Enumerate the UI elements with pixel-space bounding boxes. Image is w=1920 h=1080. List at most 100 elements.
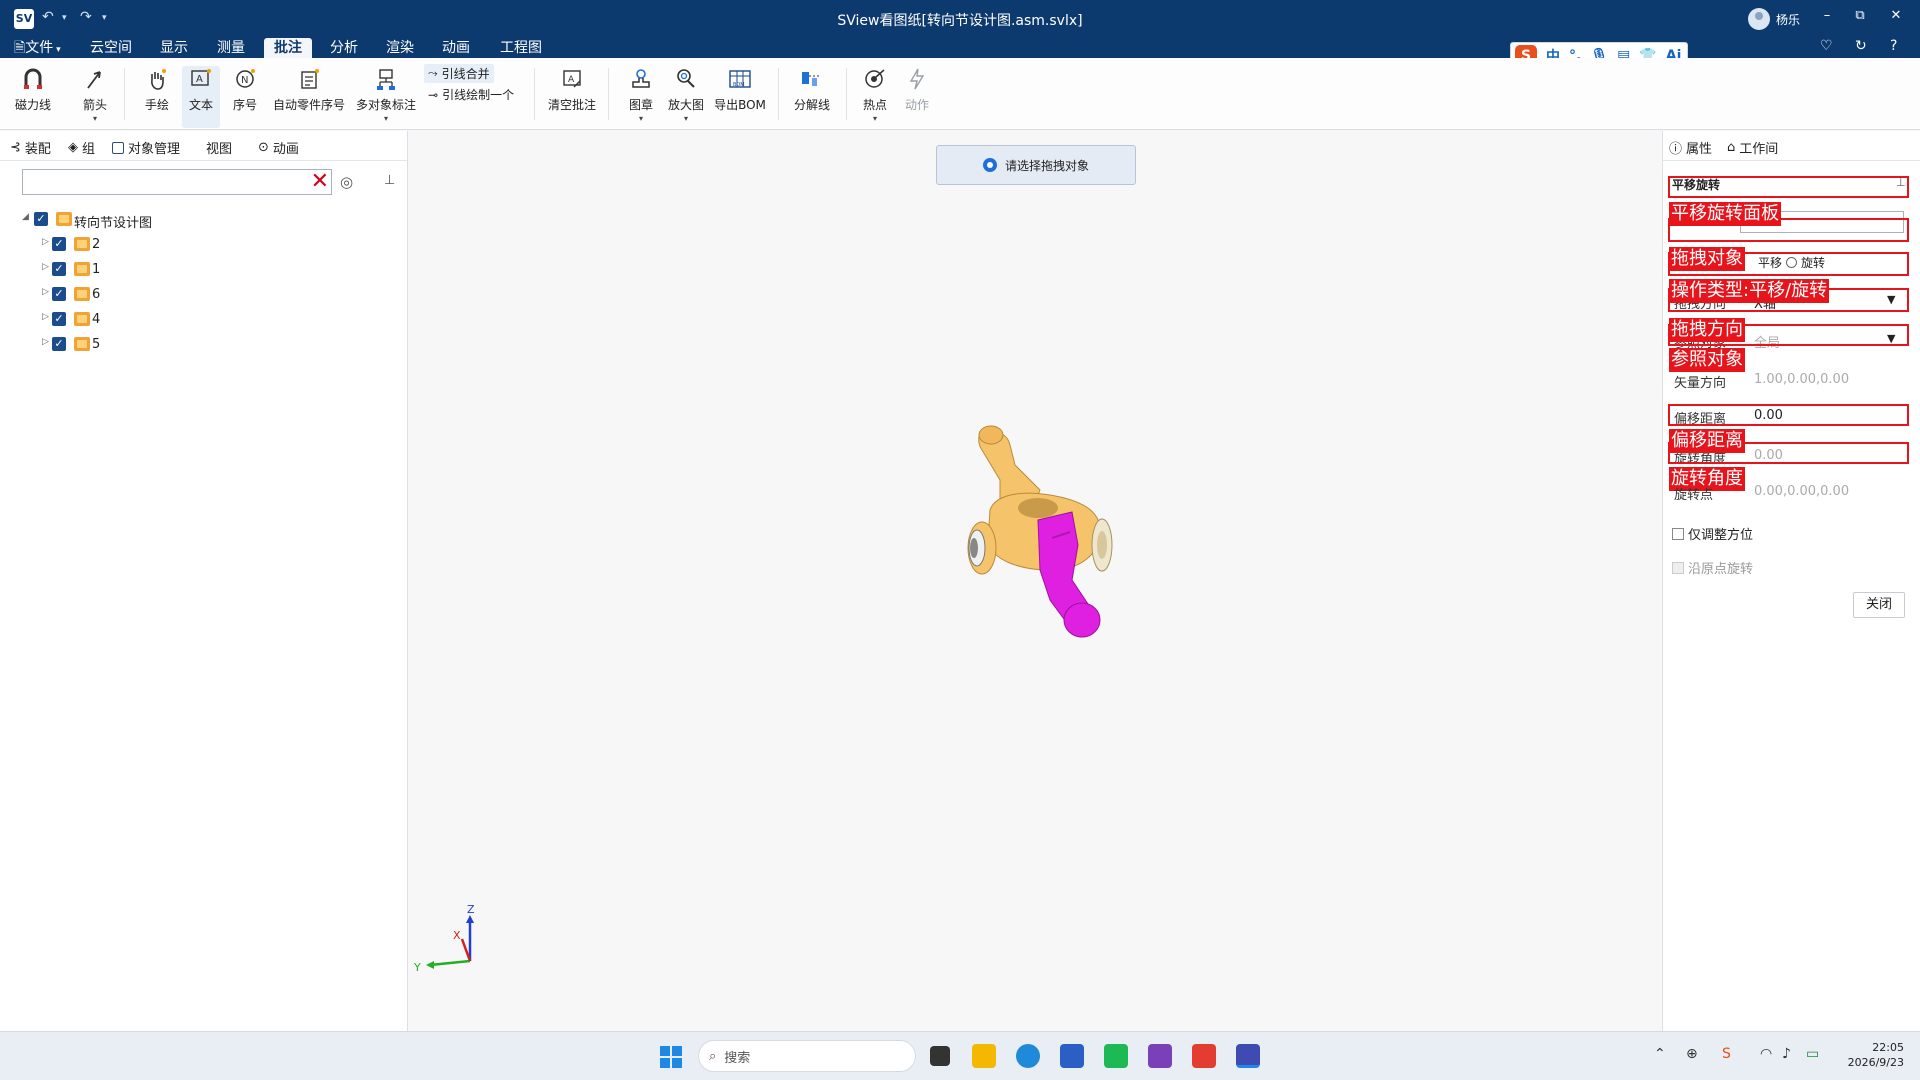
magnet-line-button[interactable]: 磁力线	[12, 66, 54, 113]
battery-icon[interactable]: ▭	[1806, 1046, 1819, 1062]
tab-animation[interactable]: ⊙ 动画	[258, 138, 299, 157]
file-icon: 🗎	[14, 40, 26, 56]
chevron-down-icon: ▾	[92, 114, 97, 123]
tab-object-manager[interactable]: 对象管理	[112, 138, 180, 157]
auto-part-sequence-button[interactable]: 自动零件序号	[268, 66, 350, 113]
tab-group[interactable]: ◈ 组	[68, 138, 95, 157]
hotspot-button[interactable]: 热点 ▾	[858, 66, 892, 123]
action-button[interactable]: 动作	[900, 66, 934, 113]
menu-analysis[interactable]: 分析	[320, 38, 368, 58]
expand-icon[interactable]: ▷	[42, 237, 49, 247]
store-icon[interactable]	[1060, 1044, 1084, 1068]
pin-icon[interactable]: ⊥	[384, 173, 395, 188]
menu-measure[interactable]: 测量	[207, 38, 255, 58]
leader-draw-one-label: 引线绘制一个	[442, 88, 515, 102]
tree-item[interactable]: ▷ ✓ 4	[0, 307, 408, 332]
sogou-tray-icon[interactable]: S	[1722, 1046, 1731, 1062]
left-panel-tabs: ⊰ 装配 ◈ 组 对象管理 视图 ⊙ 动画	[0, 131, 407, 161]
ribbon-separator	[846, 68, 847, 120]
tree-checkbox[interactable]: ✓	[34, 212, 48, 226]
edge-icon[interactable]	[1016, 1044, 1040, 1068]
ribbon-separator	[124, 68, 125, 120]
locate-icon[interactable]: ◎	[340, 173, 353, 191]
checkbox-box[interactable]	[1672, 561, 1684, 574]
volume-icon[interactable]: ♪	[1782, 1046, 1791, 1062]
magnify-button[interactable]: 放大图 ▾	[664, 66, 708, 123]
favorite-icon[interactable]: ♡	[1820, 38, 1833, 54]
freehand-button[interactable]: 手绘	[140, 66, 174, 113]
tab-workspace[interactable]: ⌂ 工作间	[1727, 138, 1778, 157]
menu-display[interactable]: 显示	[150, 38, 198, 58]
vector-value[interactable]: 1.00,0.00,0.00	[1754, 372, 1849, 387]
tree-checkbox[interactable]: ✓	[52, 262, 66, 276]
expand-icon[interactable]: ▷	[42, 287, 49, 297]
tree-checkbox[interactable]: ✓	[52, 287, 66, 301]
rotate-point-value[interactable]: 0.00,0.00,0.00	[1754, 484, 1849, 499]
expand-icon[interactable]: ▷	[42, 337, 49, 347]
tree-search-input[interactable]: ✕	[22, 169, 332, 195]
tab-assembly[interactable]: ⊰ 装配	[10, 138, 51, 157]
wifi-icon[interactable]: ◠	[1760, 1046, 1772, 1062]
tree-item-label: 6	[92, 287, 101, 302]
stamp-button[interactable]: 图章 ▾	[624, 66, 658, 123]
menu-render[interactable]: 渲染	[376, 38, 424, 58]
sync-icon[interactable]: ↻	[1855, 38, 1867, 54]
checkbox-box[interactable]	[1672, 527, 1684, 540]
tree-root[interactable]: ◢ ✓ 转向节设计图	[0, 207, 408, 232]
explode-line-button[interactable]: 分解线	[790, 66, 834, 113]
tray-expand-icon[interactable]: ⌃	[1654, 1046, 1666, 1062]
sview-taskbar-icon[interactable]	[1236, 1044, 1260, 1068]
onenote-icon[interactable]	[1148, 1044, 1172, 1068]
wps-icon[interactable]	[1192, 1044, 1216, 1068]
wechat-icon[interactable]	[1104, 1044, 1128, 1068]
menu-drawing[interactable]: 工程图	[490, 38, 552, 58]
export-bom-button[interactable]: BOM 导出BOM	[710, 66, 770, 113]
home-icon: ⌂	[1727, 140, 1736, 155]
task-view-icon[interactable]	[930, 1046, 950, 1066]
minimize-button[interactable]: –	[1817, 8, 1837, 23]
help-icon[interactable]: ?	[1890, 38, 1897, 54]
close-window-button[interactable]: ✕	[1886, 8, 1906, 23]
menu-cloud[interactable]: 云空间	[80, 38, 142, 58]
file-explorer-icon[interactable]	[972, 1044, 996, 1068]
arrow-button[interactable]: 箭头 ▾	[78, 66, 112, 123]
taskbar-search[interactable]: ⌕ 搜索	[698, 1040, 916, 1072]
tab-properties-label: 属性	[1686, 142, 1713, 157]
annotation-label-panel: 平移旋转面板	[1669, 202, 1781, 226]
restore-button[interactable]: ⧉	[1850, 8, 1870, 23]
tree-item[interactable]: ▷ ✓ 1	[0, 257, 408, 282]
menu-animation[interactable]: 动画	[432, 38, 480, 58]
close-panel-button[interactable]: 关闭	[1853, 592, 1905, 618]
user-account[interactable]: 杨乐	[1748, 8, 1800, 30]
menu-annotate[interactable]: 批注	[264, 38, 312, 58]
tree-checkbox[interactable]: ✓	[52, 237, 66, 251]
leader-draw-one-button[interactable]: ⊸ 引线绘制一个	[428, 86, 514, 103]
tree-item[interactable]: ▷ ✓ 2	[0, 232, 408, 257]
rotate-origin-checkbox[interactable]: 沿原点旋转	[1672, 558, 1753, 577]
multi-object-annotation-button[interactable]: 多对象标注 ▾	[352, 66, 420, 123]
tree-checkbox[interactable]: ✓	[52, 337, 66, 351]
tree-checkbox[interactable]: ✓	[52, 312, 66, 326]
tab-view[interactable]: 视图	[206, 138, 232, 157]
tree-item[interactable]: ▷ ✓ 6	[0, 282, 408, 307]
leader-merge-button[interactable]: ⤳ 引线合并	[424, 64, 494, 83]
ime-tray-icon[interactable]: ⊕	[1686, 1046, 1698, 1062]
text-button[interactable]: A 文本	[182, 66, 220, 128]
system-clock[interactable]: 22:05 2026/9/23	[1844, 1040, 1904, 1070]
orient-only-checkbox[interactable]: 仅调整方位	[1672, 524, 1753, 543]
sequence-button[interactable]: N 序号	[228, 66, 262, 113]
windows-start-icon[interactable]	[660, 1046, 682, 1068]
menu-file[interactable]: 🗎文件 ▾	[4, 38, 71, 58]
collapse-icon[interactable]: ◢	[22, 212, 29, 222]
tree-item[interactable]: ▷ ✓ 5	[0, 332, 408, 357]
clear-annotations-button[interactable]: A 清空批注	[544, 66, 600, 113]
clear-search-icon[interactable]: ✕	[311, 170, 329, 194]
tab-group-label: 组	[82, 142, 96, 157]
tab-properties[interactable]: ⓘ 属性	[1669, 138, 1712, 157]
expand-icon[interactable]: ▷	[42, 262, 49, 272]
steering-knuckle-model[interactable]	[960, 420, 1140, 640]
expand-icon[interactable]: ▷	[42, 312, 49, 322]
annotation-box	[1668, 176, 1909, 198]
hotspot-label: 热点	[862, 98, 887, 112]
search-icon: ⌕	[709, 1048, 717, 1064]
